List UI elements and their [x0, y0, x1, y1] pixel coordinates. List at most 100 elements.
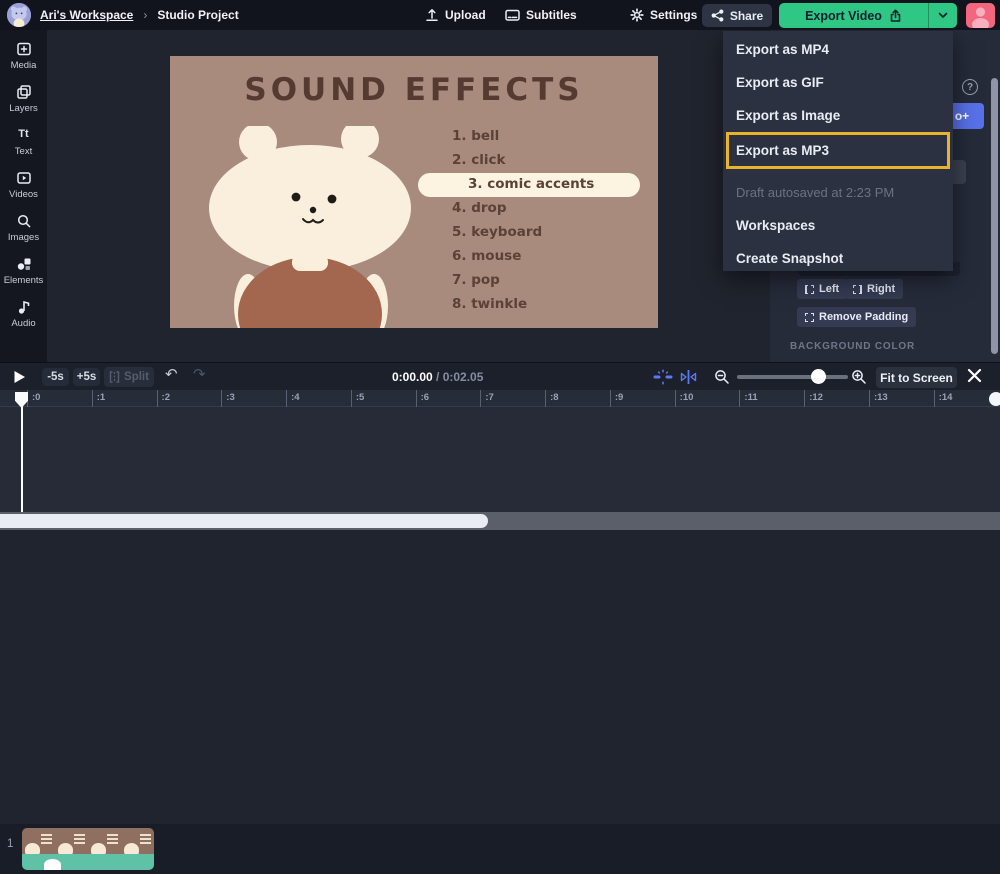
zoom-slider-knob[interactable] — [811, 369, 826, 384]
list-item: 3. comic accents — [418, 173, 640, 197]
sidebar-label-elements: Elements — [4, 275, 44, 286]
list-item: 6. mouse — [418, 245, 640, 269]
rewind-5s-button[interactable]: -5s — [42, 368, 69, 386]
snap-toggle-icon[interactable] — [653, 369, 673, 385]
ruler-tick: :10 — [675, 390, 740, 407]
total-duration: / 0:02.05 — [433, 370, 484, 384]
list-item: 2. click — [418, 149, 640, 173]
export-menu-item[interactable]: Export as MP4 — [723, 33, 953, 66]
clip-frame — [55, 828, 88, 854]
split-button[interactable]: Split — [104, 367, 154, 387]
export-menu-item[interactable]: Export as MP3 — [727, 133, 949, 168]
clip-frame — [121, 828, 154, 854]
sidebar-item-layers[interactable]: Layers — [0, 84, 47, 114]
subtitles-label: Subtitles — [526, 8, 577, 22]
slide-title: SOUND EFFECTS — [170, 72, 658, 108]
split-icon — [109, 371, 120, 383]
ruler-tick: :11 — [739, 390, 804, 407]
timeline-ruler[interactable]: :0:1:2:3:4:5:6:7:8:9:10:11:12:13:14 — [0, 390, 1000, 407]
padding-right-label: Right — [867, 283, 895, 295]
menu-item[interactable]: Workspaces — [723, 209, 953, 242]
export-menu-item[interactable]: Export as GIF — [723, 66, 953, 99]
export-icon — [889, 9, 902, 23]
sidebar-item-videos[interactable]: Videos — [0, 170, 47, 200]
video-canvas[interactable]: SOUND EFFECTS 1. bell2. click3. comic ac… — [170, 56, 658, 328]
scrollbar-thumb[interactable] — [0, 514, 488, 528]
close-timeline-icon[interactable] — [967, 368, 982, 383]
workspace-link[interactable]: Ari's Workspace — [40, 8, 133, 22]
background-color-heading: BACKGROUND COLOR — [790, 341, 915, 352]
workspace-avatar[interactable] — [7, 3, 31, 27]
sidebar-label-videos: Videos — [9, 189, 38, 200]
list-item: 4. drop — [418, 197, 640, 221]
bear-avatar-icon — [7, 3, 31, 27]
sidebar-item-audio[interactable]: Audio — [0, 299, 47, 329]
panel-scrollbar[interactable] — [991, 78, 998, 354]
sidebar-label-images: Images — [8, 232, 39, 243]
sidebar-label-audio: Audio — [11, 318, 35, 329]
sidebar-label-media: Media — [11, 60, 37, 71]
padding-right-button[interactable]: Right — [845, 279, 903, 299]
list-item: 5. keyboard — [418, 221, 640, 245]
share-button[interactable]: Share — [702, 4, 772, 27]
current-time: 0:00.00 — [392, 370, 433, 384]
videos-icon — [16, 170, 32, 186]
sidebar-label-layers: Layers — [9, 103, 38, 114]
subtitles-icon — [505, 8, 520, 22]
help-button[interactable]: ? — [962, 79, 978, 95]
share-icon — [711, 9, 724, 22]
music-note-icon — [16, 299, 32, 315]
export-video-label: Export Video — [805, 9, 882, 23]
project-title: Studio Project — [157, 8, 238, 22]
split-view-icon[interactable] — [680, 369, 697, 385]
ruler-tick: :5 — [351, 390, 416, 407]
remove-padding-label: Remove Padding — [819, 311, 908, 323]
zoom-out-icon[interactable] — [714, 369, 730, 385]
split-label: Split — [124, 371, 149, 383]
user-avatar[interactable] — [966, 3, 995, 28]
forward-5s-button[interactable]: +5s — [73, 368, 100, 386]
ruler-ticks: :0:1:2:3:4:5:6:7:8:9:10:11:12:13:14 — [27, 390, 998, 407]
fit-to-screen-button[interactable]: Fit to Screen — [876, 367, 957, 388]
autosave-status: Draft autosaved at 2:23 PM — [723, 176, 953, 209]
subtitles-button[interactable]: Subtitles — [505, 0, 577, 30]
remove-padding-button[interactable]: Remove Padding — [797, 307, 916, 327]
export-options-toggle[interactable] — [929, 3, 957, 28]
horizontal-scrollbar[interactable] — [0, 512, 1000, 530]
timeline-end-handle[interactable] — [989, 392, 1000, 406]
ruler-tick: :6 — [416, 390, 481, 407]
settings-label: Settings — [650, 8, 697, 22]
list-item: 8. twinkle — [418, 293, 640, 317]
sidebar-item-media[interactable]: Media — [0, 41, 47, 71]
padding-left-button[interactable]: Left — [797, 279, 847, 299]
sidebar-item-text[interactable]: Tt Text — [0, 127, 47, 157]
remove-padding-icon — [805, 313, 814, 322]
settings-button[interactable]: Settings — [630, 0, 697, 30]
undo-button[interactable]: ↶ — [165, 365, 178, 383]
time-display: 0:00.00 / 0:02.05 — [392, 370, 483, 384]
playhead-line[interactable] — [21, 392, 23, 512]
ruler-tick: :8 — [545, 390, 610, 407]
person-icon — [966, 3, 995, 28]
menu-item[interactable]: Create Snapshot — [723, 242, 953, 275]
breadcrumb-separator: › — [143, 8, 147, 22]
padding-right-icon — [853, 285, 862, 294]
video-clip[interactable] — [22, 828, 154, 870]
timeline-zoom-slider[interactable] — [737, 375, 848, 379]
zoom-in-icon[interactable] — [851, 369, 867, 385]
ruler-tick: :2 — [157, 390, 222, 407]
redo-button[interactable]: ↷ — [193, 365, 206, 383]
upload-button[interactable]: Upload — [425, 0, 486, 30]
media-icon — [16, 41, 32, 57]
upload-label: Upload — [445, 8, 486, 22]
bear-illustration — [188, 126, 448, 328]
play-button[interactable] — [13, 370, 26, 384]
timeline-track-area[interactable]: 1 — [0, 407, 1000, 512]
export-menu-item[interactable]: Export as Image — [723, 99, 953, 132]
ruler-tick: :4 — [286, 390, 351, 407]
export-video-button[interactable]: Export Video — [779, 3, 957, 28]
padding-left-icon — [805, 285, 814, 294]
sidebar-item-images[interactable]: Images — [0, 213, 47, 243]
share-label: Share — [730, 9, 763, 23]
sidebar-item-elements[interactable]: Elements — [0, 256, 47, 286]
